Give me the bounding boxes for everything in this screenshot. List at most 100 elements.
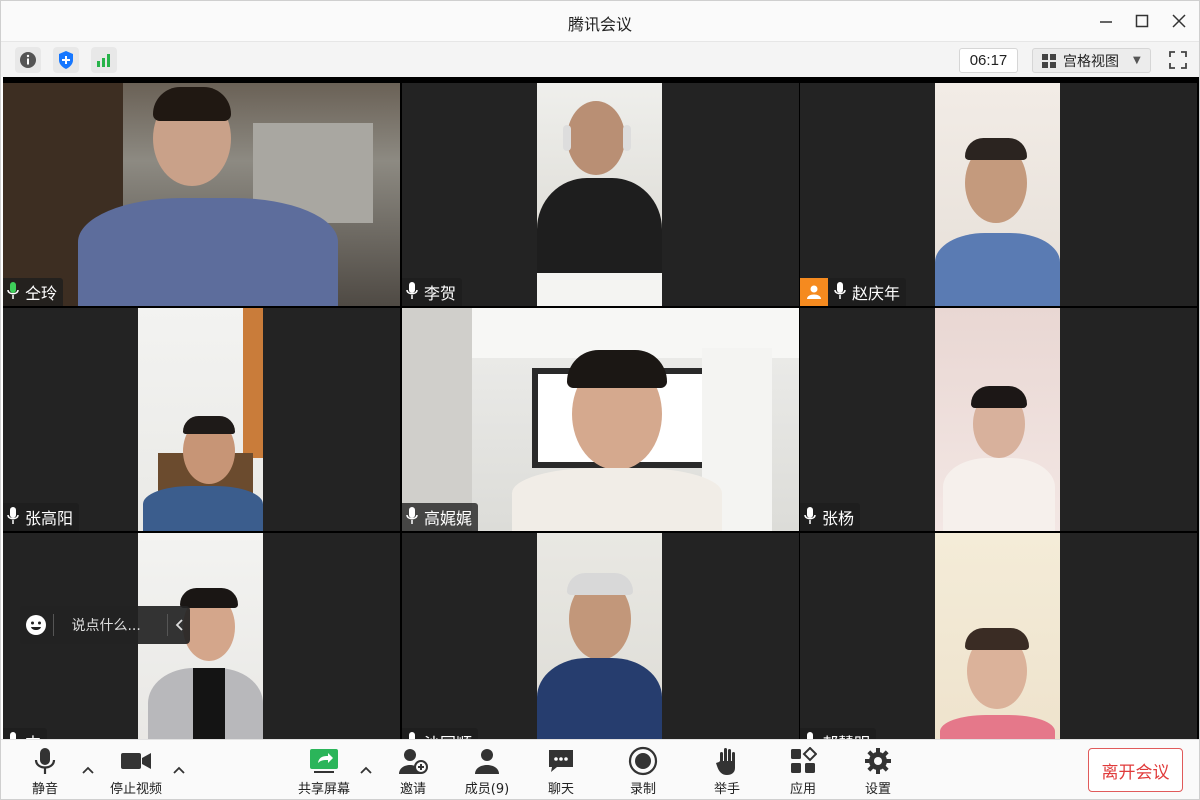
minimize-icon bbox=[1100, 21, 1112, 23]
members-button[interactable]: 成员(9) bbox=[451, 746, 523, 797]
video-tile[interactable]: 张杨 bbox=[800, 308, 1197, 531]
security-button[interactable] bbox=[53, 47, 79, 73]
invite-button[interactable]: 邀请 bbox=[377, 746, 449, 797]
video-tile[interactable]: 郝慧明 bbox=[800, 533, 1197, 756]
meeting-info-button[interactable] bbox=[15, 47, 41, 73]
apps-icon bbox=[791, 747, 817, 773]
fullscreen-button[interactable] bbox=[1164, 47, 1192, 73]
members-label: 成员(9) bbox=[464, 782, 510, 797]
meeting-info-bar: 06:17 宫格视图 ▼ bbox=[1, 41, 1199, 77]
shield-icon bbox=[59, 51, 73, 69]
mic-icon bbox=[406, 506, 418, 528]
record-icon bbox=[628, 746, 658, 776]
share-screen-button[interactable]: 共享屏幕 bbox=[288, 746, 360, 797]
participant-nametag: 李贺 bbox=[402, 278, 463, 306]
minimize-button[interactable] bbox=[1094, 9, 1118, 33]
participant-nametag: 仝玲 bbox=[3, 278, 64, 306]
record-button[interactable]: 录制 bbox=[607, 746, 679, 797]
close-button[interactable] bbox=[1167, 9, 1191, 33]
video-feed bbox=[935, 308, 1060, 531]
video-feed bbox=[402, 308, 799, 531]
participant-name: 张高阳 bbox=[25, 509, 74, 528]
meeting-timer: 06:17 bbox=[959, 48, 1018, 73]
video-feed bbox=[138, 533, 263, 756]
gear-icon bbox=[865, 748, 891, 774]
raise-hand-label: 举手 bbox=[713, 782, 740, 797]
video-feed bbox=[537, 533, 662, 756]
participant-nametag: 高娓娓 bbox=[402, 503, 479, 531]
video-tile[interactable]: 赵庆年 bbox=[800, 83, 1197, 306]
mute-label: 静音 bbox=[31, 782, 58, 797]
settings-label: 设置 bbox=[864, 782, 891, 797]
members-icon bbox=[475, 749, 499, 774]
apps-button[interactable]: 应用 bbox=[767, 746, 839, 797]
quick-chat-bubble[interactable]: 说点什么... bbox=[20, 606, 190, 644]
participant-nametag: 赵庆年 bbox=[800, 278, 907, 306]
chevron-up-icon bbox=[360, 766, 372, 774]
video-feed bbox=[3, 83, 400, 306]
mic-icon bbox=[804, 506, 816, 528]
network-status-button[interactable] bbox=[91, 47, 117, 73]
share-options-button[interactable] bbox=[358, 762, 374, 778]
leave-meeting-button[interactable]: 离开会议 bbox=[1088, 748, 1183, 792]
participant-name: 仝玲 bbox=[25, 284, 58, 303]
share-screen-icon bbox=[310, 749, 338, 773]
video-tile[interactable]: 支 bbox=[3, 533, 400, 756]
settings-button[interactable]: 设置 bbox=[842, 746, 914, 797]
video-feed bbox=[138, 308, 263, 531]
video-tile[interactable]: 沙国顺 bbox=[402, 533, 799, 756]
close-icon bbox=[1172, 14, 1186, 28]
video-tile[interactable]: 高娓娓 bbox=[402, 308, 799, 531]
audio-options-button[interactable] bbox=[80, 762, 96, 778]
maximize-icon bbox=[1135, 14, 1149, 28]
user-avatar-icon bbox=[800, 278, 828, 306]
participant-name: 高娓娓 bbox=[424, 509, 473, 528]
video-feed bbox=[935, 533, 1060, 756]
chevron-up-icon bbox=[173, 766, 185, 774]
raise-hand-button[interactable]: 举手 bbox=[691, 746, 763, 797]
share-screen-label: 共享屏幕 bbox=[297, 782, 350, 797]
participant-nametag: 张杨 bbox=[800, 503, 861, 531]
video-feed bbox=[537, 83, 662, 306]
video-options-button[interactable] bbox=[171, 762, 187, 778]
participant-nametag: 张高阳 bbox=[3, 503, 80, 531]
view-mode-dropdown[interactable]: 宫格视图 ▼ bbox=[1032, 48, 1151, 73]
window-title: 腾讯会议 bbox=[567, 15, 632, 34]
meeting-window: 腾讯会议 06:17 宫格视图 ▼ 仝玲 李贺 赵庆年 张高阳 高娓娓 张杨 说… bbox=[0, 0, 1200, 800]
stop-video-label: 停止视频 bbox=[109, 782, 162, 797]
record-label: 录制 bbox=[629, 782, 656, 797]
mic-icon bbox=[834, 281, 846, 303]
grid-view-icon bbox=[1042, 53, 1056, 68]
view-mode-label: 宫格视图 bbox=[1063, 53, 1119, 70]
emoji-icon[interactable] bbox=[20, 614, 53, 636]
chat-input-placeholder[interactable]: 说点什么... bbox=[53, 615, 167, 635]
video-tile[interactable]: 张高阳 bbox=[3, 308, 400, 531]
chat-icon bbox=[549, 750, 573, 772]
signal-bars-icon bbox=[97, 54, 110, 67]
participant-name: 张杨 bbox=[822, 509, 855, 528]
info-icon bbox=[20, 52, 36, 68]
chat-label: 聊天 bbox=[547, 782, 574, 797]
video-feed bbox=[935, 83, 1060, 306]
mic-icon bbox=[7, 506, 19, 528]
stop-video-button[interactable]: 停止视频 bbox=[100, 746, 172, 797]
raise-hand-icon bbox=[716, 748, 735, 775]
invite-label: 邀请 bbox=[399, 782, 426, 797]
chevron-up-icon bbox=[82, 766, 94, 774]
mute-button[interactable]: 静音 bbox=[9, 746, 81, 797]
apps-label: 应用 bbox=[789, 782, 816, 797]
maximize-button[interactable] bbox=[1130, 9, 1154, 33]
video-tile[interactable]: 李贺 bbox=[402, 83, 799, 306]
chat-button[interactable]: 聊天 bbox=[525, 746, 597, 797]
participant-name: 赵庆年 bbox=[852, 284, 901, 303]
mic-icon bbox=[406, 281, 418, 303]
fullscreen-icon bbox=[1169, 51, 1187, 69]
chevron-down-icon: ▼ bbox=[1133, 55, 1141, 66]
add-user-icon bbox=[399, 749, 428, 774]
meeting-toolbar: 静音 停止视频 共享屏幕 邀请 成员(9) 聊天 录制 举手 应用 设置 离开会… bbox=[1, 739, 1199, 799]
participant-name: 李贺 bbox=[424, 284, 457, 303]
video-tile[interactable]: 仝玲 bbox=[3, 83, 400, 306]
title-bar: 腾讯会议 bbox=[1, 1, 1199, 41]
mic-active-icon bbox=[7, 281, 19, 303]
collapse-chat-button[interactable] bbox=[167, 614, 190, 636]
